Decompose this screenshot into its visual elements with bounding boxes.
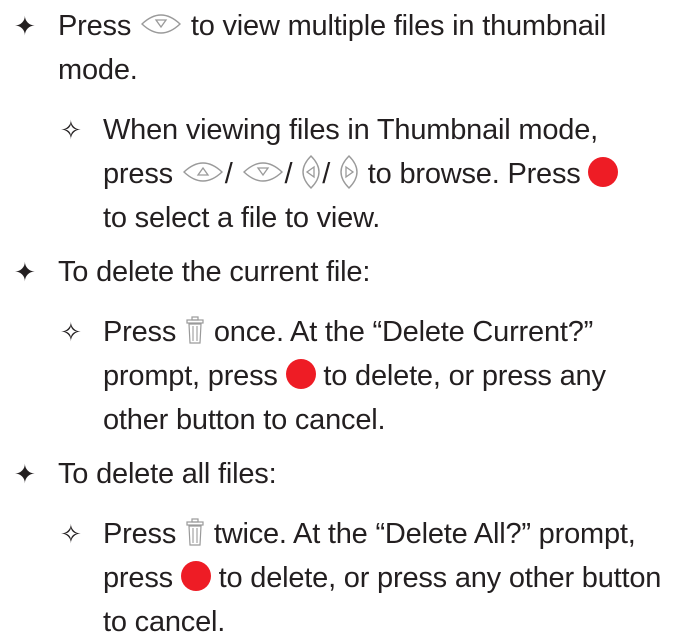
- ok-button-icon: [588, 157, 619, 188]
- primary-bullet-icon: ✦: [14, 11, 36, 41]
- ok-button-icon: [180, 561, 211, 592]
- secondary-bullet-icon: ✧: [60, 115, 82, 145]
- down-button-icon: [139, 12, 183, 36]
- manual-page: ✦ Press to view multiple files in thumbn…: [0, 0, 685, 638]
- left-button-icon: [300, 154, 322, 190]
- down-button-icon: [241, 160, 285, 184]
- instruction-thumbnail: Press to view multiple files in thumbnai…: [58, 10, 607, 86]
- trash-button-icon: [184, 315, 206, 345]
- trash-button-icon: [184, 517, 206, 547]
- secondary-bullet-icon: ✧: [60, 317, 82, 347]
- instruction-delete-current: Press once. At the “Delete Current?” pro…: [103, 315, 606, 436]
- instruction-delete-all: Press twice. At the “Delete All?” prompt…: [103, 517, 662, 638]
- primary-bullet-icon: ✦: [14, 257, 36, 287]
- instruction-browse: When viewing files in Thumbnail mode, pr…: [103, 108, 668, 240]
- secondary-bullet-icon: ✧: [60, 519, 82, 549]
- primary-bullet-icon: ✦: [14, 459, 36, 489]
- right-button-icon: [338, 154, 360, 190]
- up-button-icon: [181, 160, 225, 184]
- instruction-delete-current-heading: To delete the current file:: [58, 256, 371, 288]
- instruction-delete-all-heading: To delete all files:: [58, 458, 277, 490]
- ok-button-icon: [285, 359, 316, 390]
